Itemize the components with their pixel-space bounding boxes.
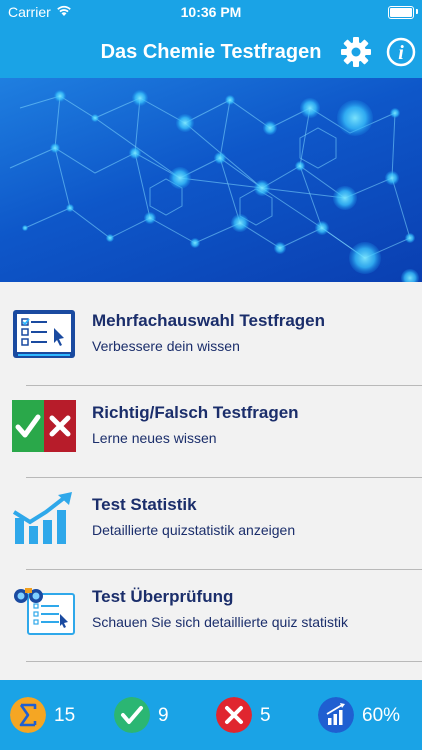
battery-icon: [388, 6, 414, 19]
menu-item-subtitle: Verbessere dein wissen: [92, 338, 240, 354]
status-bar: Carrier 10:36 PM: [0, 0, 422, 24]
multiple-choice-icon: [13, 310, 75, 358]
true-false-icon: [12, 400, 76, 452]
svg-text:i: i: [398, 42, 404, 64]
review-binoculars-icon: [14, 588, 75, 635]
info-icon[interactable]: i: [386, 37, 416, 67]
menu-item-title: Mehrfachauswahl Testfragen: [92, 311, 326, 330]
menu-item-subtitle: Detaillierte quizstatistik anzeigen: [92, 522, 296, 538]
gear-icon[interactable]: [340, 36, 372, 68]
check-icon: [114, 697, 150, 733]
stat-wrong-value: 5: [260, 705, 271, 726]
menu-item-statistics[interactable]: Test Statistik Detaillierte quizstatisti…: [0, 466, 422, 558]
sigma-icon: [10, 697, 46, 733]
divider: [26, 661, 422, 662]
stats-bar: 15 9 5 60%: [0, 680, 422, 750]
stat-total-value: 15: [54, 705, 76, 726]
menu-item-review[interactable]: Test Überprüfung Schauen Sie sich detail…: [0, 558, 422, 650]
menu-item-true-false[interactable]: Richtig/Falsch Testfragen Lerne neues wi…: [0, 374, 422, 466]
hero-banner-molecules: [0, 78, 422, 282]
navigation-bar: Das Chemie Testfragen i: [0, 24, 422, 78]
menu-item-title: Richtig/Falsch Testfragen: [92, 403, 299, 422]
progress-bars-icon: [318, 697, 354, 733]
menu-item-multiple-choice[interactable]: Mehrfachauswahl Testfragen Verbessere de…: [0, 282, 422, 374]
menu-item-subtitle: Schauen Sie sich detaillierte quiz stati…: [92, 614, 349, 630]
menu-item-subtitle: Lerne neues wissen: [92, 430, 217, 446]
statistics-chart-icon: [12, 492, 72, 544]
molecule-network-image: [9, 90, 419, 282]
stat-percent-value: 60%: [362, 705, 401, 726]
battery-nub: [416, 9, 418, 14]
stat-correct-value: 9: [158, 705, 169, 726]
clock: 10:36 PM: [180, 4, 242, 20]
menu-item-title: Test Statistik: [92, 495, 197, 514]
cross-icon: [216, 697, 252, 733]
main-menu: Mehrfachauswahl Testfragen Verbessere de…: [0, 282, 422, 680]
menu-item-title: Test Überprüfung: [92, 587, 234, 606]
